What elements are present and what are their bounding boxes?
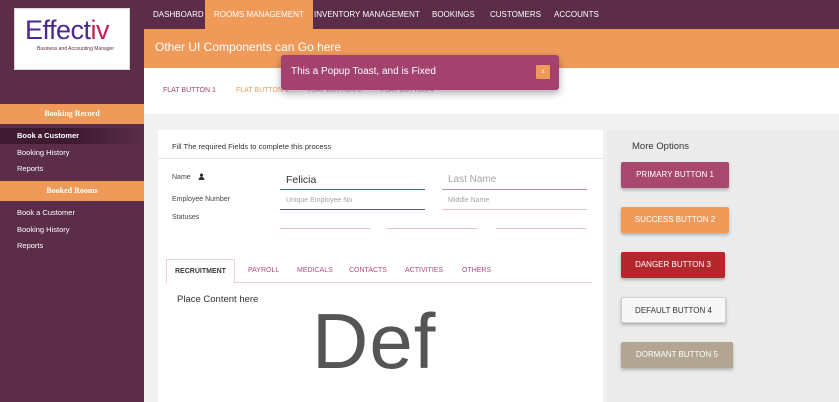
- nav-accounts[interactable]: Accounts: [545, 0, 608, 29]
- nav-bookings[interactable]: Bookings: [423, 0, 484, 29]
- sidebar-header-booking-record: Booking Record: [0, 104, 144, 124]
- logo-tagline: Business and Accounting Manager: [37, 46, 114, 52]
- sidebar-item-booking-history[interactable]: Booking History: [0, 145, 144, 161]
- person-icon: [198, 173, 205, 182]
- divider: [158, 158, 603, 159]
- sidebar-header-booked-rooms: Booked Rooms: [0, 181, 144, 201]
- status-select-3[interactable]: [496, 218, 586, 229]
- tab-recruitment[interactable]: Recruitment: [166, 259, 235, 284]
- employee-number-field[interactable]: Unique Employee No: [280, 193, 425, 210]
- banner-text: Other UI Components can Go here: [155, 40, 342, 54]
- big-placeholder-text: Def: [312, 297, 437, 385]
- form-title: Fill The required Fields to complete thi…: [172, 142, 332, 151]
- more-options-title: More Options: [632, 141, 690, 152]
- tab-activities[interactable]: Activities: [405, 259, 443, 283]
- sidebar-item-booking-history-2[interactable]: Booking History: [0, 222, 144, 238]
- sidebar-item-book-customer-2[interactable]: Book a Customer: [0, 205, 144, 221]
- status-select-1[interactable]: [280, 218, 370, 229]
- top-nav: Dashboard Rooms Management Inventory Man…: [144, 0, 839, 29]
- success-button[interactable]: Success Button 2: [621, 207, 729, 233]
- dormant-button[interactable]: Dormant Button 5: [621, 342, 733, 368]
- tab-content-text: Place Content here: [177, 294, 259, 305]
- tab-payroll[interactable]: Payroll: [248, 259, 279, 283]
- nav-inventory-management[interactable]: Inventory Management: [305, 0, 429, 29]
- default-button[interactable]: Default Button 4: [621, 297, 726, 323]
- form-card: Fill The required Fields to complete thi…: [158, 130, 603, 402]
- tab-others[interactable]: Others: [462, 259, 491, 283]
- popup-toast: This a Popup Toast, and is Fixed x: [281, 55, 559, 90]
- employee-number-label: Employee Number: [172, 196, 230, 203]
- first-name-field[interactable]: Felicia: [280, 170, 425, 190]
- name-label: Name: [172, 173, 205, 182]
- tab-bar: Recruitment Payroll Medicals Contacts Ac…: [166, 259, 592, 284]
- sidebar-item-reports[interactable]: Reports: [0, 161, 144, 177]
- primary-button[interactable]: Primary Button 1: [621, 162, 729, 188]
- last-name-field[interactable]: Last Name: [442, 170, 587, 190]
- logo[interactable]: Effectiv Business and Accounting Manager: [14, 8, 130, 70]
- tab-contacts[interactable]: Contacts: [349, 259, 387, 283]
- sidebar: Effectiv Business and Accounting Manager…: [0, 0, 144, 402]
- nav-dashboard[interactable]: Dashboard: [144, 0, 213, 29]
- nav-customers[interactable]: Customers: [481, 0, 550, 29]
- sidebar-item-book-customer[interactable]: Book a Customer: [0, 128, 144, 144]
- nav-rooms-management[interactable]: Rooms Management: [205, 0, 313, 29]
- statuses-label: Statuses: [172, 214, 200, 221]
- more-options-panel: More Options Primary Button 1 Success Bu…: [607, 130, 839, 402]
- logo-wordmark: Effectiv: [25, 15, 110, 45]
- middle-name-field[interactable]: Middle Name: [442, 193, 587, 210]
- status-select-2[interactable]: [387, 218, 477, 229]
- sidebar-item-reports-2[interactable]: Reports: [0, 238, 144, 254]
- toast-text: This a Popup Toast, and is Fixed: [291, 66, 436, 77]
- danger-button[interactable]: Danger Button 3: [621, 252, 725, 278]
- tab-medicals[interactable]: Medicals: [297, 259, 333, 283]
- flat-button-1[interactable]: Flat Button 1: [163, 87, 216, 94]
- toast-close-button[interactable]: x: [536, 65, 550, 79]
